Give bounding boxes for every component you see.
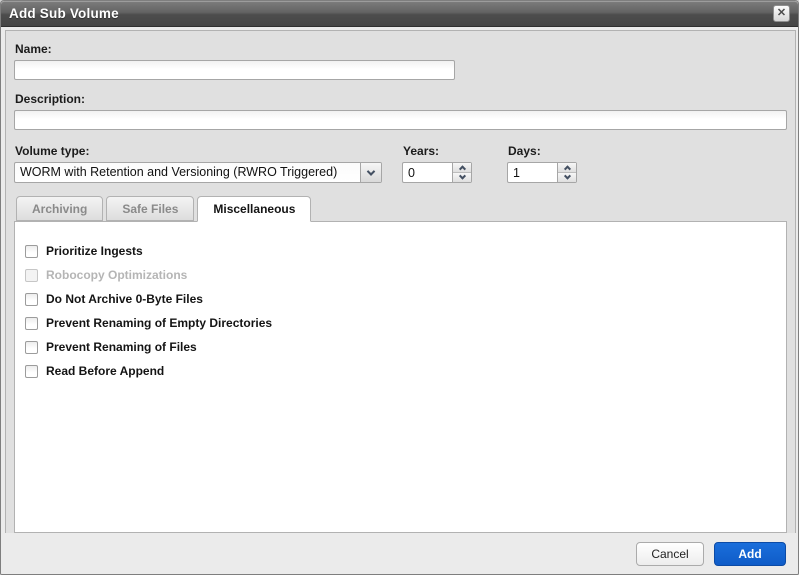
add-button[interactable]: Add <box>714 542 786 566</box>
years-spinner <box>402 162 472 183</box>
checkbox-label: Read Before Append <box>46 364 164 378</box>
tab-strip: Archiving Safe Files Miscellaneous <box>14 196 787 221</box>
years-decrement-button[interactable] <box>453 173 471 182</box>
volume-type-label: Volume type: <box>15 144 382 158</box>
checkbox-label: Robocopy Optimizations <box>46 268 187 282</box>
robocopy-optimizations-checkbox <box>25 269 38 282</box>
do-not-archive-0-byte-files-checkbox[interactable] <box>25 293 38 306</box>
prevent-renaming-files-checkbox[interactable] <box>25 341 38 354</box>
tab-archiving[interactable]: Archiving <box>16 196 103 221</box>
tab-panel-miscellaneous: Prioritize Ingests Robocopy Optimization… <box>14 221 787 533</box>
days-spinner <box>507 162 577 183</box>
checkbox-row-read-before-append: Read Before Append <box>25 359 776 383</box>
description-label: Description: <box>15 92 787 106</box>
dialog-footer: Cancel Add <box>1 533 798 574</box>
days-decrement-button[interactable] <box>558 173 576 182</box>
days-label: Days: <box>508 144 577 158</box>
checkbox-label: Prevent Renaming of Empty Directories <box>46 316 272 330</box>
days-input[interactable] <box>508 163 554 182</box>
volume-type-dropdown-button[interactable] <box>360 163 381 182</box>
checkbox-row-do-not-archive-0-byte-files: Do Not Archive 0-Byte Files <box>25 287 776 311</box>
years-input[interactable] <box>403 163 449 182</box>
description-input[interactable] <box>14 110 787 130</box>
checkbox-label: Prevent Renaming of Files <box>46 340 197 354</box>
cancel-button[interactable]: Cancel <box>636 542 704 566</box>
dialog-title: Add Sub Volume <box>9 6 119 21</box>
tab-safe-files[interactable]: Safe Files <box>106 196 194 221</box>
checkbox-row-prevent-renaming-files: Prevent Renaming of Files <box>25 335 776 359</box>
chevron-down-icon <box>458 173 465 180</box>
chevron-down-icon <box>563 173 570 180</box>
dialog-content: Name: Description: Volume type: WORM wit… <box>5 30 796 534</box>
checkbox-row-prioritize-ingests: Prioritize Ingests <box>25 239 776 263</box>
add-sub-volume-dialog: Add Sub Volume ✕ Name: Description: Volu… <box>0 0 799 575</box>
volume-type-row: Volume type: WORM with Retention and Ver… <box>14 141 787 183</box>
name-label: Name: <box>15 42 787 56</box>
dialog-titlebar: Add Sub Volume ✕ <box>1 1 798 27</box>
name-input[interactable] <box>14 60 455 80</box>
prioritize-ingests-checkbox[interactable] <box>25 245 38 258</box>
chevron-down-icon <box>367 167 375 175</box>
checkbox-row-robocopy-optimizations: Robocopy Optimizations <box>25 263 776 287</box>
volume-type-select[interactable]: WORM with Retention and Versioning (RWRO… <box>14 162 382 183</box>
years-label: Years: <box>403 144 472 158</box>
prevent-renaming-empty-directories-checkbox[interactable] <box>25 317 38 330</box>
read-before-append-checkbox[interactable] <box>25 365 38 378</box>
tab-miscellaneous[interactable]: Miscellaneous <box>197 196 311 222</box>
checkbox-label: Prioritize Ingests <box>46 244 143 258</box>
volume-type-selected-value: WORM with Retention and Versioning (RWRO… <box>20 165 337 179</box>
days-spin-buttons <box>557 163 576 182</box>
years-spin-buttons <box>452 163 471 182</box>
checkbox-row-prevent-renaming-empty-directories: Prevent Renaming of Empty Directories <box>25 311 776 335</box>
close-button[interactable]: ✕ <box>773 5 790 22</box>
close-icon: ✕ <box>777 8 786 19</box>
checkbox-label: Do Not Archive 0-Byte Files <box>46 292 203 306</box>
